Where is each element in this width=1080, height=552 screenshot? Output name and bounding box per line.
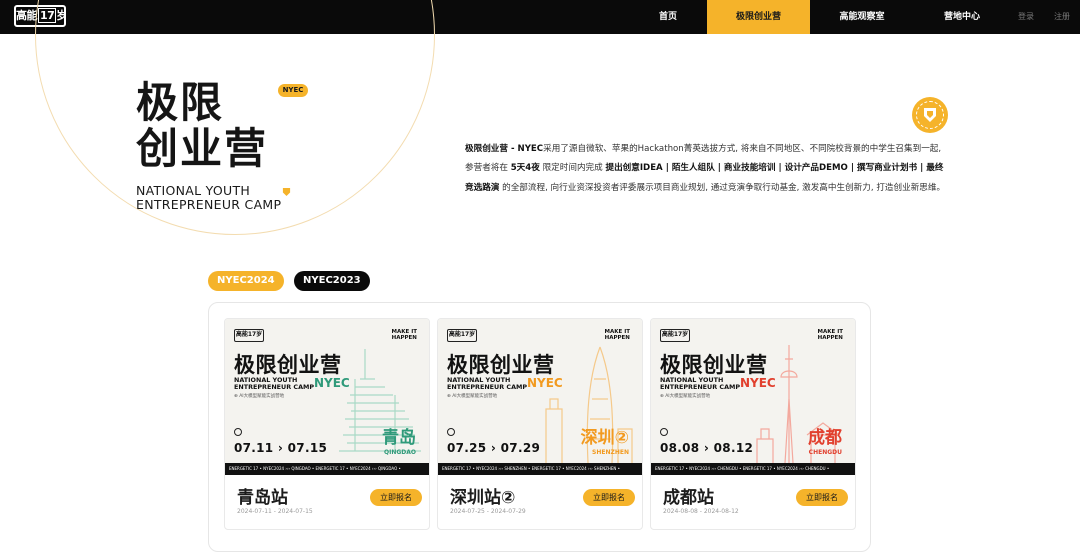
nav-camp-center[interactable]: 营地中心: [925, 0, 999, 34]
poster-english-title: NATIONAL YOUTH ENTREPRENEUR CAMP: [660, 376, 741, 391]
nav-observation-room[interactable]: 高能观察室: [822, 0, 902, 34]
camp-introduction: 极限创业营 - NYEC采用了源自微软、苹果的Hackathon菁英选拔方式, …: [465, 140, 949, 198]
poster-marquee-strip: ENERGETIC 17 • NYEC2024 ››› CHENGDU • EN…: [651, 463, 855, 475]
intro-duration: 5天4夜: [510, 163, 540, 174]
poster-nyec: NYEC: [314, 376, 350, 390]
hero-english-line2: ENTREPRENEUR CAMP: [136, 197, 282, 212]
poster-slogan: MAKE IT HAPPEN: [604, 329, 630, 341]
poster-title: 极限创业营: [660, 353, 768, 377]
poster-ai-note: ⊕ AI大模型赋能实战营地: [447, 394, 498, 399]
poster-dates: 07.11 › 07.15: [234, 441, 328, 455]
tab-nyec2023[interactable]: NYEC2023: [294, 271, 370, 291]
poster-city-english: QINGDAO: [383, 449, 416, 456]
camp-card-chengdu[interactable]: 高能17岁 MAKE IT HAPPEN 极限创业营 NATIONAL YOUTH…: [650, 318, 856, 530]
poster-ai-note: ⊕ AI大模型赋能实战营地: [234, 394, 285, 399]
poster-nyec: NYEC: [740, 376, 776, 390]
poster-slogan: MAKE IT HAPPEN: [391, 329, 417, 341]
poster-dates: 08.08 › 08.12: [660, 441, 754, 455]
intro-text-2: 限定时间内完成: [539, 163, 606, 174]
signup-button[interactable]: 立即报名: [370, 489, 422, 506]
poster-city: 成都: [808, 428, 842, 448]
camp-poster: 高能17岁 MAKE IT HAPPEN 极限创业营 NATIONAL YOUTH…: [651, 319, 855, 475]
register-link[interactable]: 注册: [1054, 0, 1070, 34]
card-title: 深圳站②: [450, 488, 516, 508]
poster-circle-icon: [660, 428, 668, 436]
login-link[interactable]: 登录: [1018, 0, 1034, 34]
poster-english-title: NATIONAL YOUTH ENTREPRENEUR CAMP: [447, 376, 528, 391]
nav-entrepreneur-camp[interactable]: 极限创业营: [707, 0, 810, 34]
tab-nyec2024[interactable]: NYEC2024: [208, 271, 284, 291]
intro-text-3: 的全部流程, 向行业资深投资者评委展示项目商业规划, 通过竞演争取行动基金, 激…: [499, 182, 946, 193]
poster-english-title: NATIONAL YOUTH ENTREPRENEUR CAMP: [234, 376, 315, 391]
poster-title: 极限创业营: [447, 353, 555, 377]
poster-marquee-strip: ENERGETIC 17 • NYEC2024 ››› SHENZHEN • E…: [438, 463, 642, 475]
poster-nyec: NYEC: [527, 376, 563, 390]
poster-circle-icon: [234, 428, 242, 436]
poster-city-english: SHENZHEN: [592, 449, 629, 456]
poster-city: 青岛: [382, 428, 416, 448]
card-date: 2024-08-08 - 2024-08-12: [663, 508, 739, 515]
signup-button[interactable]: 立即报名: [583, 489, 635, 506]
intro-camp-name: 极限创业营 - NYEC: [465, 144, 544, 154]
card-date: 2024-07-11 - 2024-07-15: [237, 508, 313, 515]
poster-ai-note: ⊕ AI大模型赋能实战营地: [660, 394, 711, 399]
camp-poster: 高能17岁 MAKE IT HAPPEN 极限创业营 NATIONAL YOUTH…: [225, 319, 429, 475]
shield-icon: [282, 187, 291, 197]
poster-title: 极限创业营: [234, 353, 342, 377]
hero-title-line2: 创业营: [136, 124, 269, 173]
card-title: 青岛站: [237, 488, 288, 508]
hero-english-line1: NATIONAL YOUTH: [136, 183, 251, 198]
poster-logo: 高能17岁: [660, 329, 690, 342]
hero-english-title: NATIONAL YOUTH ENTREPRENEUR CAMP: [136, 184, 326, 212]
signup-button[interactable]: 立即报名: [796, 489, 848, 506]
camp-card-qingdao[interactable]: 高能17岁 MAKE IT HAPPEN 极限创业营 NATIONAL YOUTH…: [224, 318, 430, 530]
poster-dates: 07.25 › 07.29: [447, 441, 541, 455]
nyec-tag: NYEC: [278, 84, 308, 97]
logo-text: 高能: [16, 9, 38, 22]
nav-home[interactable]: 首页: [632, 0, 704, 34]
card-date: 2024-07-25 - 2024-07-29: [450, 508, 526, 515]
poster-city: 深圳②: [580, 428, 629, 448]
camp-badge-icon: [912, 97, 948, 133]
camp-poster: 高能17岁 MAKE IT HAPPEN 极限创业营 NATIONAL YOUTH…: [438, 319, 642, 475]
card-title: 成都站: [663, 488, 714, 508]
poster-circle-icon: [447, 428, 455, 436]
poster-marquee-strip: ENERGETIC 17 • NYEC2024 ››› QINGDAO • EN…: [225, 463, 429, 475]
poster-logo: 高能17岁: [234, 329, 264, 342]
poster-city-english: CHENGDU: [808, 449, 842, 456]
poster-slogan: MAKE IT HAPPEN: [817, 329, 843, 341]
camp-card-shenzhen[interactable]: 高能17岁 MAKE IT HAPPEN 极限创业营 NATIONAL YOUTH…: [437, 318, 643, 530]
poster-logo: 高能17岁: [447, 329, 477, 342]
